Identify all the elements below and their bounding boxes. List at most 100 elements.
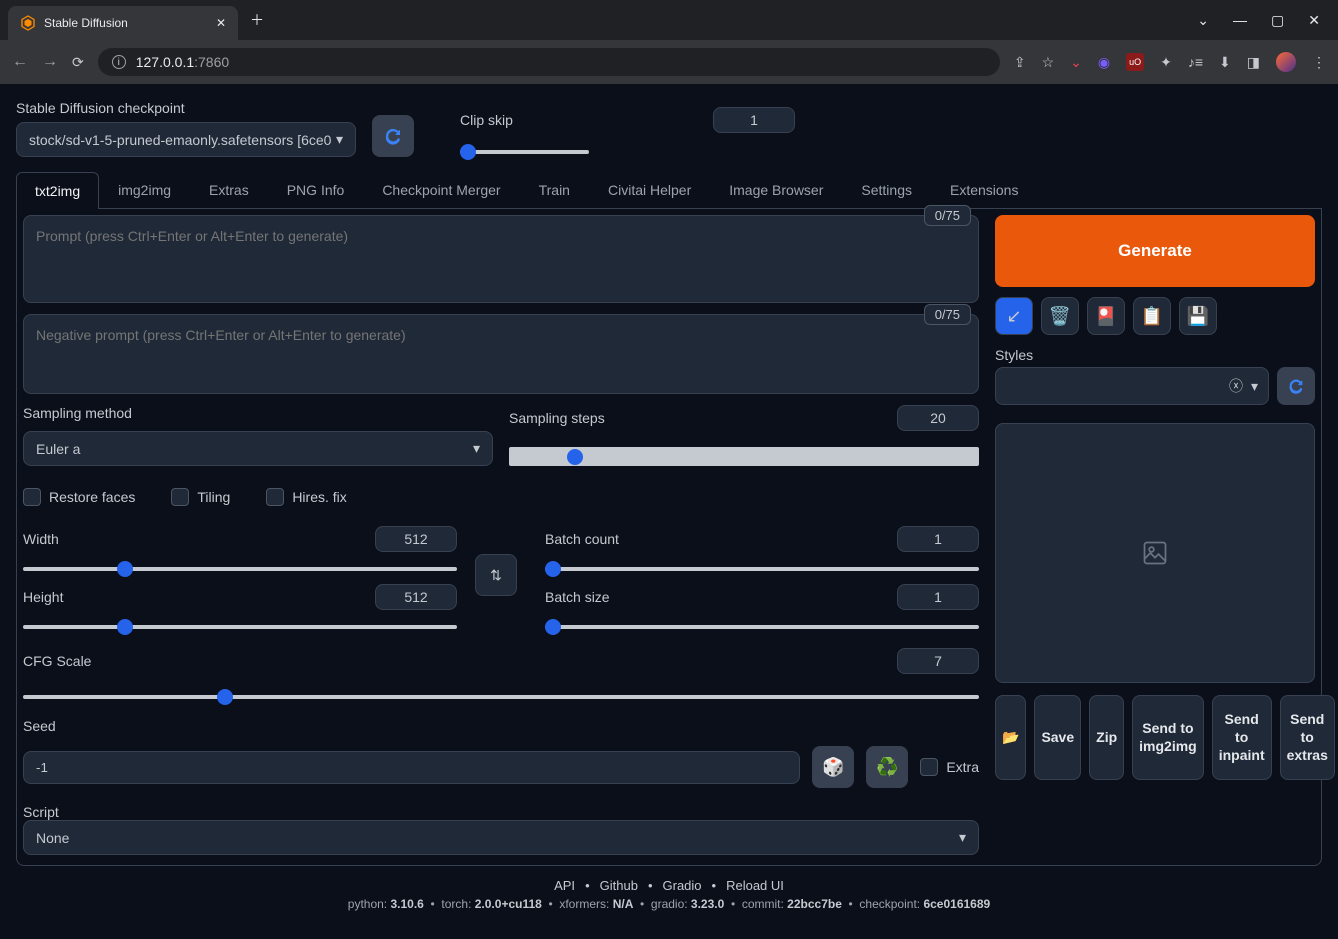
height-value[interactable]: 512 bbox=[375, 584, 457, 610]
height-slider[interactable] bbox=[23, 625, 457, 629]
tab-txt2img[interactable]: txt2img bbox=[16, 172, 99, 209]
script-select[interactable]: None ▾ bbox=[23, 820, 979, 855]
width-label: Width bbox=[23, 531, 59, 547]
batch-size-slider[interactable] bbox=[545, 625, 979, 629]
clear-button[interactable]: 🗑️ bbox=[1041, 297, 1079, 335]
restore-faces-check[interactable]: Restore faces bbox=[23, 488, 135, 506]
send-to-extras-button[interactable]: Send toextras bbox=[1280, 695, 1335, 780]
save-button[interactable]: Save bbox=[1034, 695, 1081, 780]
tab-settings[interactable]: Settings bbox=[842, 171, 931, 208]
tab-bar: Stable Diffusion ✕ ＋ ⌄ — ▢ ✕ bbox=[0, 0, 1338, 40]
reuse-seed-button[interactable]: ♻️ bbox=[866, 746, 908, 788]
address-bar: ← → ⟳ i 127.0.0.1:7860 ⇪ ☆ ⌄ ◉ uO ✦ ♪≡ ⬇… bbox=[0, 40, 1338, 84]
sampling-steps-slider[interactable] bbox=[509, 447, 979, 466]
refresh-checkpoint-button[interactable] bbox=[372, 115, 414, 157]
sidebar-icon[interactable]: ◨ bbox=[1247, 54, 1260, 71]
checkpoint-row: Stable Diffusion checkpoint stock/sd-v1-… bbox=[16, 100, 1322, 157]
profile-avatar[interactable] bbox=[1276, 52, 1296, 72]
star-icon[interactable]: ☆ bbox=[1042, 54, 1055, 71]
seed-extra-check[interactable]: Extra bbox=[920, 758, 979, 776]
reload-button[interactable]: ⟳ bbox=[72, 54, 84, 71]
tab-extensions[interactable]: Extensions bbox=[931, 171, 1037, 208]
new-tab-button[interactable]: ＋ bbox=[250, 10, 264, 30]
chevron-down-icon[interactable]: ⌄ bbox=[1197, 12, 1209, 29]
main-tabs: txt2img img2img Extras PNG Info Checkpoi… bbox=[16, 171, 1322, 209]
script-value: None bbox=[36, 830, 69, 846]
batch-count-value[interactable]: 1 bbox=[897, 526, 979, 552]
card-icon: 🎴 bbox=[1095, 306, 1117, 327]
firefox-relay-icon[interactable]: ◉ bbox=[1098, 54, 1110, 71]
tab-title: Stable Diffusion bbox=[44, 16, 128, 30]
clip-skip-slider[interactable] bbox=[460, 150, 589, 154]
batch-count-slider[interactable] bbox=[545, 567, 979, 571]
open-folder-button[interactable]: 📂 bbox=[995, 695, 1026, 780]
tab-img2img[interactable]: img2img bbox=[99, 171, 190, 208]
send-to-img2img-button[interactable]: Send toimg2img bbox=[1132, 695, 1204, 780]
save-icon: 💾 bbox=[1187, 306, 1209, 327]
tab-checkpoint-merger[interactable]: Checkpoint Merger bbox=[363, 171, 519, 208]
save-style-button[interactable]: 💾 bbox=[1179, 297, 1217, 335]
sampling-method-select[interactable]: Euler a ▾ bbox=[23, 431, 493, 466]
extra-networks-button[interactable]: 🎴 bbox=[1087, 297, 1125, 335]
cfg-value[interactable]: 7 bbox=[897, 648, 979, 674]
sampling-steps-value[interactable]: 20 bbox=[897, 405, 979, 431]
forward-button[interactable]: → bbox=[42, 53, 58, 71]
generate-button[interactable]: Generate bbox=[995, 215, 1315, 287]
app-root: Stable Diffusion checkpoint stock/sd-v1-… bbox=[0, 84, 1338, 939]
swap-icon: ⇅ bbox=[490, 567, 502, 584]
minimize-icon[interactable]: — bbox=[1233, 12, 1247, 29]
seed-input[interactable] bbox=[23, 751, 800, 784]
ublock-icon[interactable]: uO bbox=[1126, 53, 1144, 71]
interrogate-button[interactable]: ↙ bbox=[995, 297, 1033, 335]
maximize-icon[interactable]: ▢ bbox=[1271, 12, 1284, 29]
close-icon[interactable]: ✕ bbox=[216, 16, 226, 30]
clear-styles-icon[interactable]: ⓧ bbox=[1229, 376, 1243, 396]
prompt-input[interactable] bbox=[23, 215, 979, 303]
url-field[interactable]: i 127.0.0.1:7860 bbox=[98, 48, 1000, 76]
refresh-styles-button[interactable] bbox=[1277, 367, 1315, 405]
pocket-icon[interactable]: ⌄ bbox=[1070, 54, 1082, 71]
footer-link-gradio[interactable]: Gradio bbox=[663, 878, 702, 893]
image-placeholder-icon bbox=[1141, 539, 1169, 567]
width-value[interactable]: 512 bbox=[375, 526, 457, 552]
toolbar-icons: ⇪ ☆ ⌄ ◉ uO ✦ ♪≡ ⬇ ◨ ⋮ bbox=[1014, 52, 1326, 72]
swap-dimensions-button[interactable]: ⇅ bbox=[475, 554, 517, 596]
browser-tab[interactable]: Stable Diffusion ✕ bbox=[8, 6, 238, 40]
tab-extras[interactable]: Extras bbox=[190, 171, 268, 208]
sampling-method-label: Sampling method bbox=[23, 405, 132, 421]
clip-skip-label: Clip skip bbox=[460, 112, 513, 128]
batch-size-value[interactable]: 1 bbox=[897, 584, 979, 610]
tab-image-browser[interactable]: Image Browser bbox=[710, 171, 842, 208]
refresh-icon bbox=[1287, 377, 1305, 395]
tab-train[interactable]: Train bbox=[520, 171, 589, 208]
footer-link-api[interactable]: API bbox=[554, 878, 575, 893]
checkpoint-value: stock/sd-v1-5-pruned-emaonly.safetensors… bbox=[29, 132, 331, 148]
back-button[interactable]: ← bbox=[12, 53, 28, 71]
footer-link-github[interactable]: Github bbox=[600, 878, 638, 893]
negative-prompt-input[interactable] bbox=[23, 314, 979, 394]
height-label: Height bbox=[23, 589, 63, 605]
hires-fix-check[interactable]: Hires. fix bbox=[266, 488, 346, 506]
random-seed-button[interactable]: 🎲 bbox=[812, 746, 854, 788]
script-label: Script bbox=[23, 804, 59, 820]
extensions-icon[interactable]: ✦ bbox=[1160, 54, 1172, 71]
tab-civitai-helper[interactable]: Civitai Helper bbox=[589, 171, 710, 208]
styles-select[interactable]: ⓧ ▾ bbox=[995, 367, 1269, 405]
tiling-check[interactable]: Tiling bbox=[171, 488, 230, 506]
send-to-inpaint-button[interactable]: Send toinpaint bbox=[1212, 695, 1272, 780]
downloads-icon[interactable]: ⬇ bbox=[1219, 54, 1231, 71]
checkpoint-select[interactable]: stock/sd-v1-5-pruned-emaonly.safetensors… bbox=[16, 122, 356, 157]
close-window-icon[interactable]: ✕ bbox=[1308, 12, 1320, 29]
menu-icon[interactable]: ⋮ bbox=[1312, 54, 1326, 71]
zip-button[interactable]: Zip bbox=[1089, 695, 1124, 780]
share-icon[interactable]: ⇪ bbox=[1014, 54, 1026, 71]
trash-icon: 🗑️ bbox=[1049, 306, 1071, 327]
clipboard-button[interactable]: 📋 bbox=[1133, 297, 1171, 335]
footer-versions: python: 3.10.6 • torch: 2.0.0+cu118 • xf… bbox=[16, 897, 1322, 911]
playlist-icon[interactable]: ♪≡ bbox=[1188, 54, 1203, 70]
cfg-slider[interactable] bbox=[23, 695, 979, 699]
footer-link-reload[interactable]: Reload UI bbox=[726, 878, 784, 893]
tab-png-info[interactable]: PNG Info bbox=[268, 171, 364, 208]
clip-skip-value[interactable]: 1 bbox=[713, 107, 795, 133]
width-slider[interactable] bbox=[23, 567, 457, 571]
